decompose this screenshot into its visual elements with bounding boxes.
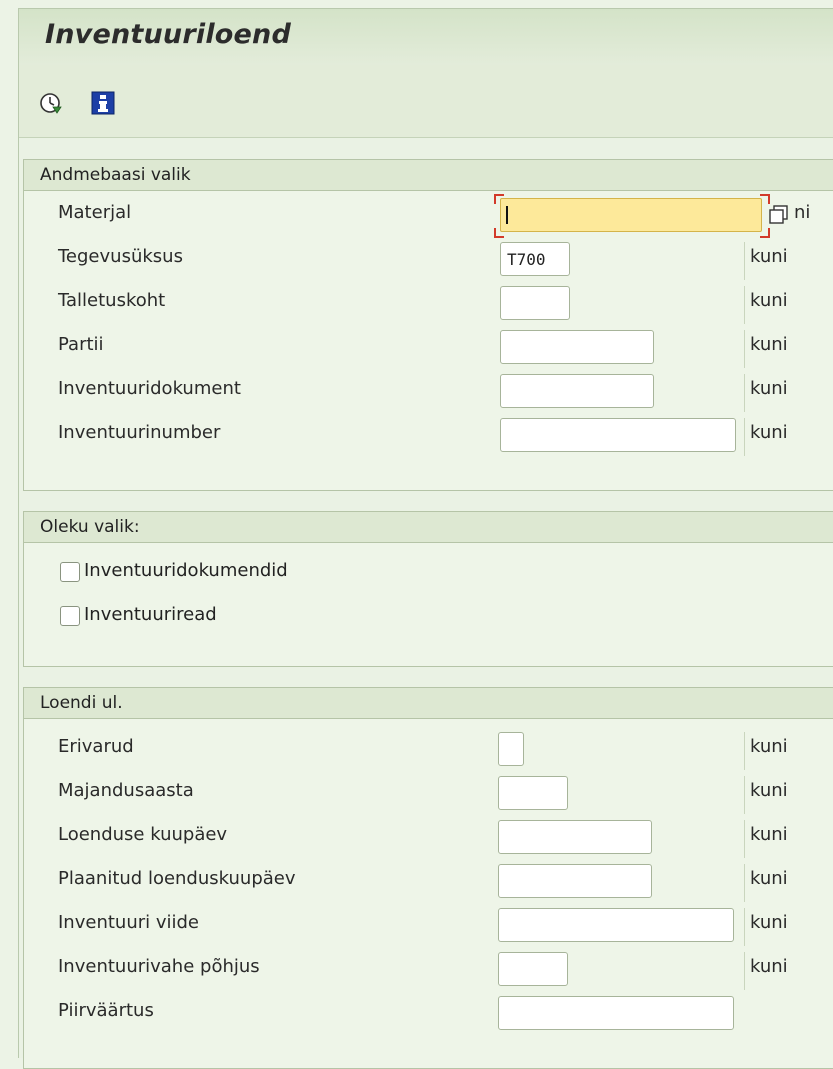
focus-corner <box>494 228 504 238</box>
column-divider <box>744 418 745 456</box>
column-divider <box>744 732 745 770</box>
focus-corner <box>494 194 504 204</box>
group-header: Oleku valik: <box>24 512 833 543</box>
field-label: Erivarud <box>58 736 134 757</box>
column-divider <box>744 864 745 902</box>
column-divider <box>744 952 745 990</box>
field-row-inventory-number: Inventuurinumber kuni <box>24 418 833 456</box>
group-header: Loendi ul. <box>24 688 833 719</box>
field-row-plant: Tegevusüksus kuni <box>24 242 833 280</box>
app-window: Inventuuriloend Andmebaasi valik Materja… <box>18 8 833 1069</box>
inventory-document-input[interactable] <box>500 374 654 408</box>
column-divider <box>744 820 745 858</box>
checkbox[interactable] <box>60 562 80 582</box>
group-database-selection: Andmebaasi valik Materjal ni Tegevusüksu… <box>23 159 833 491</box>
group-status-selection: Oleku valik: Inventuuridokumendid Invent… <box>23 511 833 667</box>
range-to-label: kuni <box>750 334 788 355</box>
inventory-number-input[interactable] <box>500 418 736 452</box>
field-row-count-date: Loenduse kuupäev kuni <box>24 820 833 858</box>
range-to-label: kuni <box>750 868 788 889</box>
info-icon[interactable] <box>91 91 115 115</box>
field-row-inventory-reference: Inventuuri viide kuni <box>24 908 833 946</box>
field-label: Inventuuri viide <box>58 912 200 933</box>
column-divider <box>744 286 745 324</box>
range-to-label: kuni <box>750 246 788 267</box>
field-label: Talletuskoht <box>58 290 166 311</box>
range-to-label: kuni <box>750 780 788 801</box>
count-date-input[interactable] <box>498 820 652 854</box>
field-label: Piirväärtus <box>58 1000 154 1021</box>
column-divider <box>744 374 745 412</box>
field-label: Loenduse kuupäev <box>58 824 228 845</box>
difference-reason-input[interactable] <box>498 952 568 986</box>
execute-clock-icon[interactable] <box>39 91 63 115</box>
field-label: Inventuuridokument <box>58 378 241 399</box>
inventory-reference-input[interactable] <box>498 908 734 942</box>
group-header: Andmebaasi valik <box>24 160 833 191</box>
field-label: Materjal <box>58 202 132 223</box>
field-label: Majandusaasta <box>58 780 194 801</box>
storage-location-input[interactable] <box>500 286 570 320</box>
range-to-label: kuni <box>750 736 788 757</box>
title-bar: Inventuuriloend <box>19 9 833 65</box>
multiple-selection-icon[interactable] <box>768 204 790 226</box>
field-row-special-stock: Erivarud kuni <box>24 732 833 770</box>
material-input[interactable] <box>500 198 762 232</box>
field-label: Partii <box>58 334 104 355</box>
field-row-batch: Partii kuni <box>24 330 833 368</box>
application-toolbar <box>19 65 833 138</box>
field-row-planned-count-date: Plaanitud loenduskuupäev kuni <box>24 864 833 902</box>
page-title: Inventuuriloend <box>45 19 291 50</box>
field-label: Tegevusüksus <box>58 246 183 267</box>
range-to-label: kuni <box>750 956 788 977</box>
field-row-fiscal-year: Majandusaasta kuni <box>24 776 833 814</box>
field-label: Plaanitud loenduskuupäev <box>58 868 296 889</box>
range-to-label: kuni <box>750 824 788 845</box>
field-row-inventory-document: Inventuuridokument kuni <box>24 374 833 412</box>
column-divider <box>744 330 745 368</box>
column-divider <box>744 908 745 946</box>
field-row-difference-reason: Inventuurivahe põhjus kuni <box>24 952 833 990</box>
field-label: Inventuurivahe põhjus <box>58 956 260 977</box>
range-to-label: kuni <box>750 912 788 933</box>
focus-corner <box>760 228 770 238</box>
range-to-label: kuni <box>750 378 788 399</box>
checkbox-label: Inventuuridokumendid <box>84 560 288 581</box>
column-divider <box>744 242 745 280</box>
focus-corner <box>760 194 770 204</box>
column-divider <box>744 776 745 814</box>
text-cursor <box>506 206 508 224</box>
plant-input[interactable] <box>500 242 570 276</box>
field-row-storage-location: Talletuskoht kuni <box>24 286 833 324</box>
range-to-label: ni <box>794 202 811 223</box>
batch-input[interactable] <box>500 330 654 364</box>
range-to-label: kuni <box>750 422 788 443</box>
fiscal-year-input[interactable] <box>498 776 568 810</box>
group-list-scope: Loendi ul. Erivarud kuni Majandusaasta k… <box>23 687 833 1069</box>
planned-count-date-input[interactable] <box>498 864 652 898</box>
range-to-label: kuni <box>750 290 788 311</box>
checkbox-label: Inventuuriread <box>84 604 217 625</box>
special-stock-input[interactable] <box>498 732 524 766</box>
threshold-value-input[interactable] <box>498 996 734 1030</box>
field-row-threshold-value: Piirväärtus <box>24 996 833 1030</box>
checkbox[interactable] <box>60 606 80 626</box>
field-row-material: Materjal ni <box>24 194 833 238</box>
field-label: Inventuurinumber <box>58 422 221 443</box>
